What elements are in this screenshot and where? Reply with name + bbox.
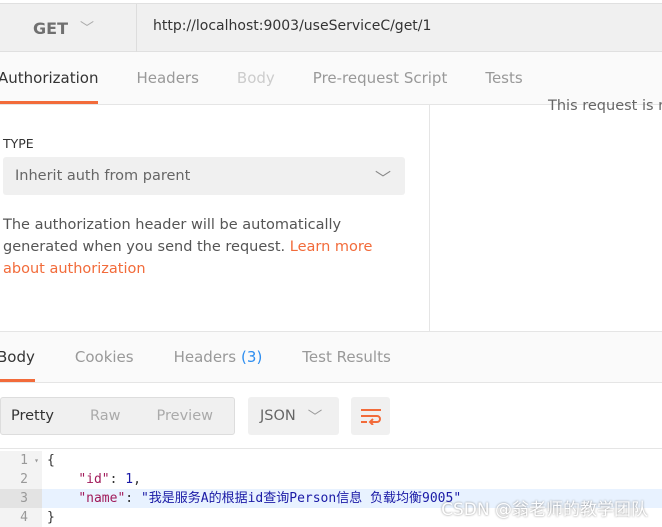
code-line: 1 ▾ { <box>0 451 662 470</box>
code-text: "id": 1, <box>78 472 141 487</box>
tab-cookies[interactable]: Cookies <box>75 332 134 382</box>
tab-authorization[interactable]: Authorization <box>0 52 99 104</box>
tab-pre-request-script[interactable]: Pre-request Script <box>313 52 448 104</box>
auth-panel: TYPE Inherit auth from parent ﹀ The autho… <box>0 105 430 331</box>
method-label: GET <box>33 18 68 38</box>
tab-response-body[interactable]: Body <box>0 332 35 382</box>
url-input[interactable]: http://localhost:9003/useServiceC/get/1 <box>153 18 431 34</box>
method-select[interactable]: GET ﹀ <box>0 4 137 52</box>
no-auth-message: This request is n <box>548 98 662 114</box>
auth-type-select[interactable]: Inherit auth from parent ﹀ <box>3 157 405 195</box>
fold-arrow-icon[interactable]: ▾ <box>34 451 39 470</box>
tab-label: Headers <box>173 348 237 366</box>
headers-count: (3) <box>241 348 263 366</box>
chevron-down-icon: ﹀ <box>79 21 94 37</box>
wrap-lines-icon <box>360 409 381 425</box>
auth-type-value: Inherit auth from parent <box>15 168 191 184</box>
tab-body[interactable]: Body <box>237 52 275 104</box>
line-number: 1 ▾ <box>0 451 42 470</box>
code-line: 2 "id": 1, <box>0 470 662 489</box>
type-label: TYPE <box>3 136 34 151</box>
format-toggle: Pretty Raw Preview <box>0 397 235 435</box>
auth-description: The authorization header will be automat… <box>3 214 403 280</box>
chevron-down-icon: ﹀ <box>307 409 323 426</box>
tab-test-results[interactable]: Test Results <box>302 332 390 382</box>
code-text: "name": "我是服务A的根据id查询Person信息 负载均衡9005" <box>78 491 462 506</box>
tab-headers[interactable]: Headers <box>136 52 198 104</box>
line-number: 2 <box>0 470 42 489</box>
request-bar: GET ﹀ http://localhost:9003/useServiceC/g… <box>0 3 662 52</box>
format-preview[interactable]: Preview <box>157 408 213 424</box>
code-text: } <box>47 510 55 525</box>
tab-tests[interactable]: Tests <box>485 52 522 104</box>
code-text: { <box>47 453 55 468</box>
tab-response-headers[interactable]: Headers (3) <box>174 332 263 382</box>
watermark: CSDN @翁老师的教学团队 <box>441 500 648 520</box>
chevron-down-icon: ﹀ <box>374 169 391 188</box>
format-pretty[interactable]: Pretty <box>11 408 54 424</box>
line-number: 4 <box>0 508 42 527</box>
language-value: JSON <box>260 408 296 424</box>
format-raw[interactable]: Raw <box>90 408 121 424</box>
response-tabs: Body Cookies Headers (3) Test Results <box>0 331 662 383</box>
wrap-lines-button[interactable] <box>351 397 390 435</box>
language-select[interactable]: JSON ﹀ <box>248 397 339 435</box>
line-number: 3 <box>0 489 42 508</box>
